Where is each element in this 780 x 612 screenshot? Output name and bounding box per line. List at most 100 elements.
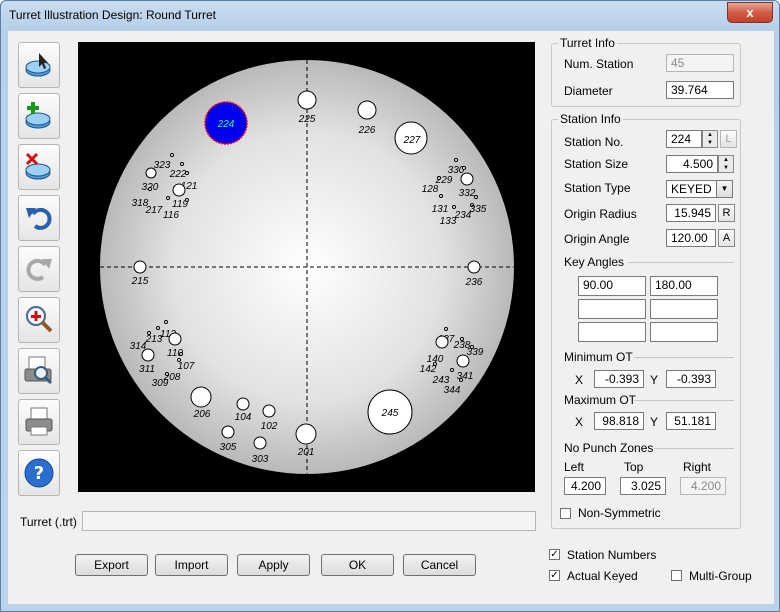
origin-radius-field[interactable]: 15.945 bbox=[666, 204, 716, 222]
station-circle[interactable] bbox=[185, 198, 189, 202]
station-circle[interactable] bbox=[190, 386, 212, 408]
station-circle[interactable] bbox=[253, 436, 267, 450]
spin-down-icon[interactable]: ▼ bbox=[703, 139, 717, 147]
key-angle-field[interactable]: 180.00 bbox=[650, 276, 718, 296]
min-ot-x-field[interactable]: -0.393 bbox=[594, 370, 644, 388]
station-circle[interactable] bbox=[450, 368, 454, 372]
station-circle[interactable] bbox=[164, 320, 168, 324]
turret-file-field[interactable] bbox=[82, 511, 536, 531]
station-circle[interactable] bbox=[166, 196, 170, 200]
station-no-field[interactable]: 224 bbox=[666, 130, 702, 148]
svg-text:?: ? bbox=[34, 463, 44, 484]
station-circle[interactable] bbox=[168, 332, 182, 346]
station-circle[interactable] bbox=[141, 348, 155, 362]
spin-up-icon[interactable]: ▲ bbox=[719, 156, 733, 164]
origin-angle-field[interactable]: 120.00 bbox=[666, 229, 716, 247]
max-ot-x-field[interactable]: 98.818 bbox=[594, 412, 644, 430]
station-circle[interactable] bbox=[148, 187, 152, 191]
undo-button[interactable] bbox=[18, 195, 60, 241]
station-circle[interactable] bbox=[172, 183, 186, 197]
station-circle[interactable] bbox=[452, 205, 456, 209]
chevron-down-icon[interactable]: ▼ bbox=[716, 180, 733, 198]
station-circle[interactable] bbox=[456, 354, 470, 368]
print-preview-button[interactable] bbox=[18, 348, 60, 394]
station-size-field[interactable]: 4.500 bbox=[666, 155, 718, 173]
key-angle-field[interactable] bbox=[650, 299, 718, 319]
turret-station[interactable]: 201 bbox=[295, 423, 317, 458]
station-circle[interactable] bbox=[474, 195, 478, 199]
export-button[interactable]: Export bbox=[75, 554, 148, 576]
turret-station[interactable]: 227 bbox=[394, 121, 428, 155]
redo-button[interactable] bbox=[18, 246, 60, 292]
import-button[interactable]: Import bbox=[155, 554, 228, 576]
station-circle[interactable] bbox=[221, 425, 235, 439]
diameter-field[interactable]: 39.764 bbox=[666, 81, 734, 99]
turret-station[interactable]: 339 bbox=[467, 345, 484, 359]
help-button[interactable]: ? bbox=[18, 450, 60, 496]
min-ot-y-field[interactable]: -0.393 bbox=[666, 370, 716, 388]
station-label: 224 bbox=[217, 119, 235, 130]
undo-icon bbox=[26, 207, 52, 230]
turret-station[interactable]: 206 bbox=[190, 386, 212, 420]
print-button[interactable] bbox=[18, 399, 60, 445]
station-circle[interactable] bbox=[467, 260, 481, 274]
station-circle[interactable] bbox=[357, 100, 377, 120]
station-label: 104 bbox=[235, 412, 252, 423]
station-circle[interactable] bbox=[295, 423, 317, 445]
station-circle[interactable] bbox=[459, 378, 463, 382]
station-label: 226 bbox=[358, 125, 376, 136]
station-no-spinner[interactable]: ▲ ▼ bbox=[702, 130, 718, 148]
station-circle[interactable] bbox=[437, 176, 441, 180]
origin-radius-button[interactable]: R bbox=[718, 204, 735, 222]
station-circle[interactable] bbox=[145, 167, 157, 179]
station-circle[interactable] bbox=[454, 158, 458, 162]
station-circle[interactable] bbox=[297, 90, 317, 110]
no-punch-left-field[interactable]: 4.200 bbox=[564, 477, 606, 495]
no-punch-top-field[interactable]: 3.025 bbox=[620, 477, 666, 495]
origin-angle-button[interactable]: A bbox=[718, 229, 735, 247]
turret-canvas[interactable]: 2242252262273232223201213182171191163302… bbox=[78, 42, 535, 492]
key-angle-field[interactable]: 90.00 bbox=[578, 276, 646, 296]
key-angle-field[interactable] bbox=[578, 322, 646, 342]
station-circle[interactable] bbox=[262, 404, 276, 418]
num-station-field[interactable]: 45 bbox=[666, 54, 734, 72]
station-numbers-checkbox[interactable]: ✓ bbox=[549, 549, 560, 560]
turret-station[interactable]: 142 bbox=[420, 362, 437, 376]
delete-station-button[interactable] bbox=[18, 144, 60, 190]
station-circle[interactable] bbox=[236, 397, 250, 411]
station-circle[interactable] bbox=[185, 171, 189, 175]
max-ot-y-field[interactable]: 51.181 bbox=[666, 412, 716, 430]
spin-up-icon[interactable]: ▲ bbox=[703, 131, 717, 139]
turret-station[interactable]: 224 bbox=[204, 101, 248, 145]
station-no-lock-button[interactable]: L bbox=[720, 130, 737, 148]
turret-station[interactable]: 245 bbox=[367, 389, 413, 435]
station-circle[interactable] bbox=[444, 327, 448, 331]
station-circle[interactable] bbox=[439, 194, 443, 198]
key-angle-field[interactable] bbox=[650, 322, 718, 342]
station-size-spinner[interactable]: ▲ ▼ bbox=[718, 155, 734, 173]
cancel-button[interactable]: Cancel bbox=[403, 554, 476, 576]
add-station-button[interactable] bbox=[18, 93, 60, 139]
station-circle[interactable] bbox=[179, 352, 183, 356]
station-circle[interactable] bbox=[462, 166, 466, 170]
station-circle[interactable] bbox=[165, 372, 169, 376]
ok-button[interactable]: OK bbox=[321, 554, 394, 576]
station-circle[interactable] bbox=[170, 153, 174, 157]
no-punch-right-field[interactable]: 4.200 bbox=[680, 477, 726, 495]
title-bar[interactable]: Turret Illustration Design: Round Turret… bbox=[1, 1, 779, 31]
station-circle[interactable] bbox=[460, 172, 474, 186]
station-circle[interactable] bbox=[435, 335, 449, 349]
station-type-select[interactable]: KEYED bbox=[666, 180, 717, 198]
spin-down-icon[interactable]: ▼ bbox=[719, 164, 733, 172]
apply-button[interactable]: Apply bbox=[237, 554, 310, 576]
multi-group-checkbox[interactable] bbox=[671, 570, 682, 581]
non-symmetric-checkbox[interactable] bbox=[560, 508, 571, 519]
actual-keyed-checkbox[interactable]: ✓ bbox=[549, 570, 560, 581]
key-angle-field[interactable] bbox=[578, 299, 646, 319]
zoom-button[interactable] bbox=[18, 297, 60, 343]
turret-drawing[interactable]: 2242252262273232223201213182171191163302… bbox=[78, 42, 535, 492]
station-circle[interactable] bbox=[180, 162, 184, 166]
station-circle[interactable] bbox=[133, 260, 147, 274]
select-station-button[interactable] bbox=[18, 42, 60, 88]
close-button[interactable]: x bbox=[727, 2, 773, 23]
